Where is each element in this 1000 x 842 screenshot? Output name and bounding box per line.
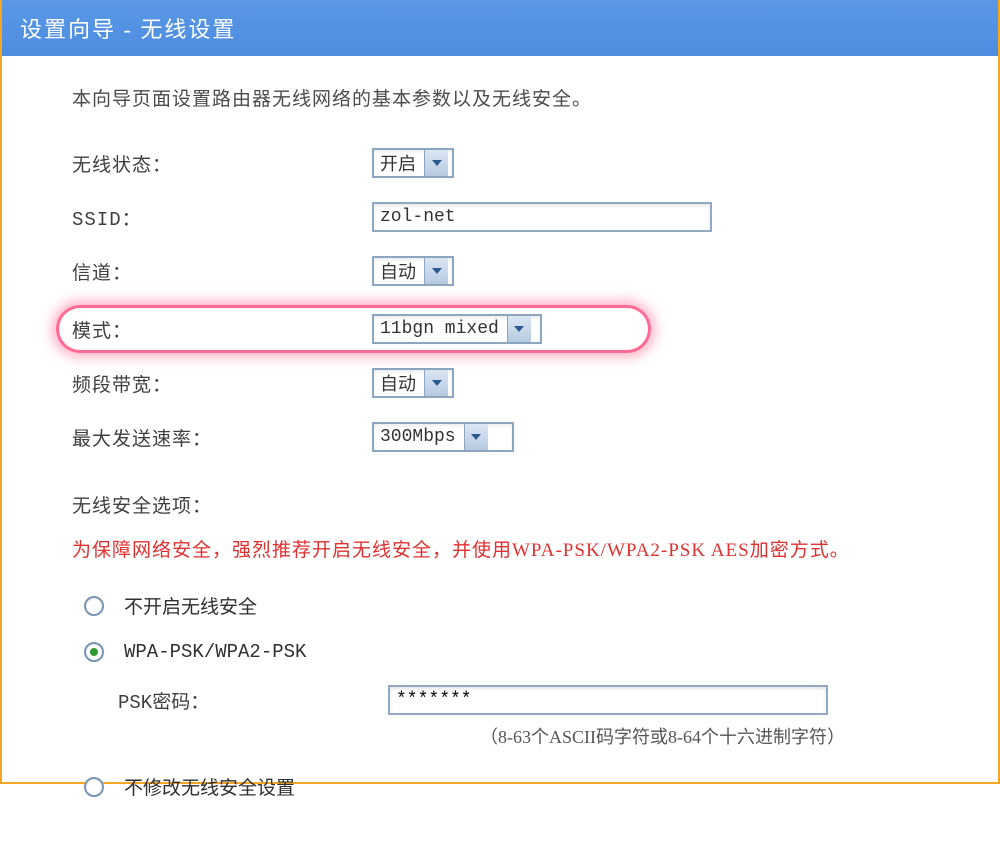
- label-channel: 信道：: [72, 258, 372, 285]
- label-bandwidth: 频段带宽：: [72, 370, 372, 397]
- select-channel[interactable]: 自动: [372, 256, 454, 286]
- select-wireless-status-value: 开启: [374, 150, 424, 176]
- radio-row-keep[interactable]: 不修改无线安全设置: [84, 773, 958, 800]
- select-mode-value: 11bgn mixed: [374, 319, 507, 339]
- radio-keep-settings[interactable]: [84, 777, 104, 797]
- radio-label-keep: 不修改无线安全设置: [124, 773, 295, 800]
- chevron-down-icon[interactable]: [424, 150, 448, 176]
- select-bandwidth-value: 自动: [374, 370, 424, 396]
- psk-hint: （8-63个ASCII码字符或8-64个十六进制字符）: [480, 723, 958, 749]
- select-max-rate-value: 300Mbps: [374, 427, 464, 447]
- chevron-down-icon[interactable]: [424, 258, 448, 284]
- security-section-title: 无线安全选项：: [72, 491, 958, 518]
- chevron-down-icon[interactable]: [507, 316, 531, 342]
- page-title: 设置向导 - 无线设置: [2, 0, 998, 56]
- row-wireless-status: 无线状态： 开启: [72, 143, 958, 183]
- radio-wpa-psk[interactable]: [84, 642, 104, 662]
- row-channel: 信道： 自动: [72, 251, 958, 291]
- row-psk: PSK密码：: [118, 685, 958, 715]
- row-max-rate: 最大发送速率： 300Mbps: [72, 417, 958, 457]
- ssid-input[interactable]: [372, 202, 712, 232]
- chevron-down-icon[interactable]: [424, 370, 448, 396]
- label-ssid: SSID：: [72, 204, 372, 231]
- intro-text: 本向导页面设置路由器无线网络的基本参数以及无线安全。: [72, 84, 958, 111]
- radio-row-disable[interactable]: 不开启无线安全: [84, 592, 958, 619]
- select-max-rate[interactable]: 300Mbps: [372, 422, 514, 452]
- row-bandwidth: 频段带宽： 自动: [72, 363, 958, 403]
- label-max-rate: 最大发送速率：: [72, 424, 372, 451]
- radio-row-wpa[interactable]: WPA-PSK/WPA2-PSK: [84, 641, 958, 663]
- select-channel-value: 自动: [374, 258, 424, 284]
- psk-input[interactable]: [388, 685, 828, 715]
- select-mode[interactable]: 11bgn mixed: [372, 314, 542, 344]
- label-wireless-status: 无线状态：: [72, 150, 372, 177]
- chevron-down-icon[interactable]: [464, 424, 488, 450]
- row-mode-highlighted: 模式： 11bgn mixed: [56, 305, 651, 353]
- radio-label-wpa: WPA-PSK/WPA2-PSK: [124, 641, 306, 663]
- security-warning-text: 为保障网络安全，强烈推荐开启无线安全，并使用WPA-PSK/WPA2-PSK A…: [72, 534, 958, 568]
- row-ssid: SSID：: [72, 197, 958, 237]
- select-wireless-status[interactable]: 开启: [372, 148, 454, 178]
- radio-disable-security[interactable]: [84, 596, 104, 616]
- radio-label-disable: 不开启无线安全: [124, 592, 257, 619]
- select-bandwidth[interactable]: 自动: [372, 368, 454, 398]
- label-mode: 模式：: [72, 316, 372, 343]
- label-psk: PSK密码：: [118, 687, 388, 714]
